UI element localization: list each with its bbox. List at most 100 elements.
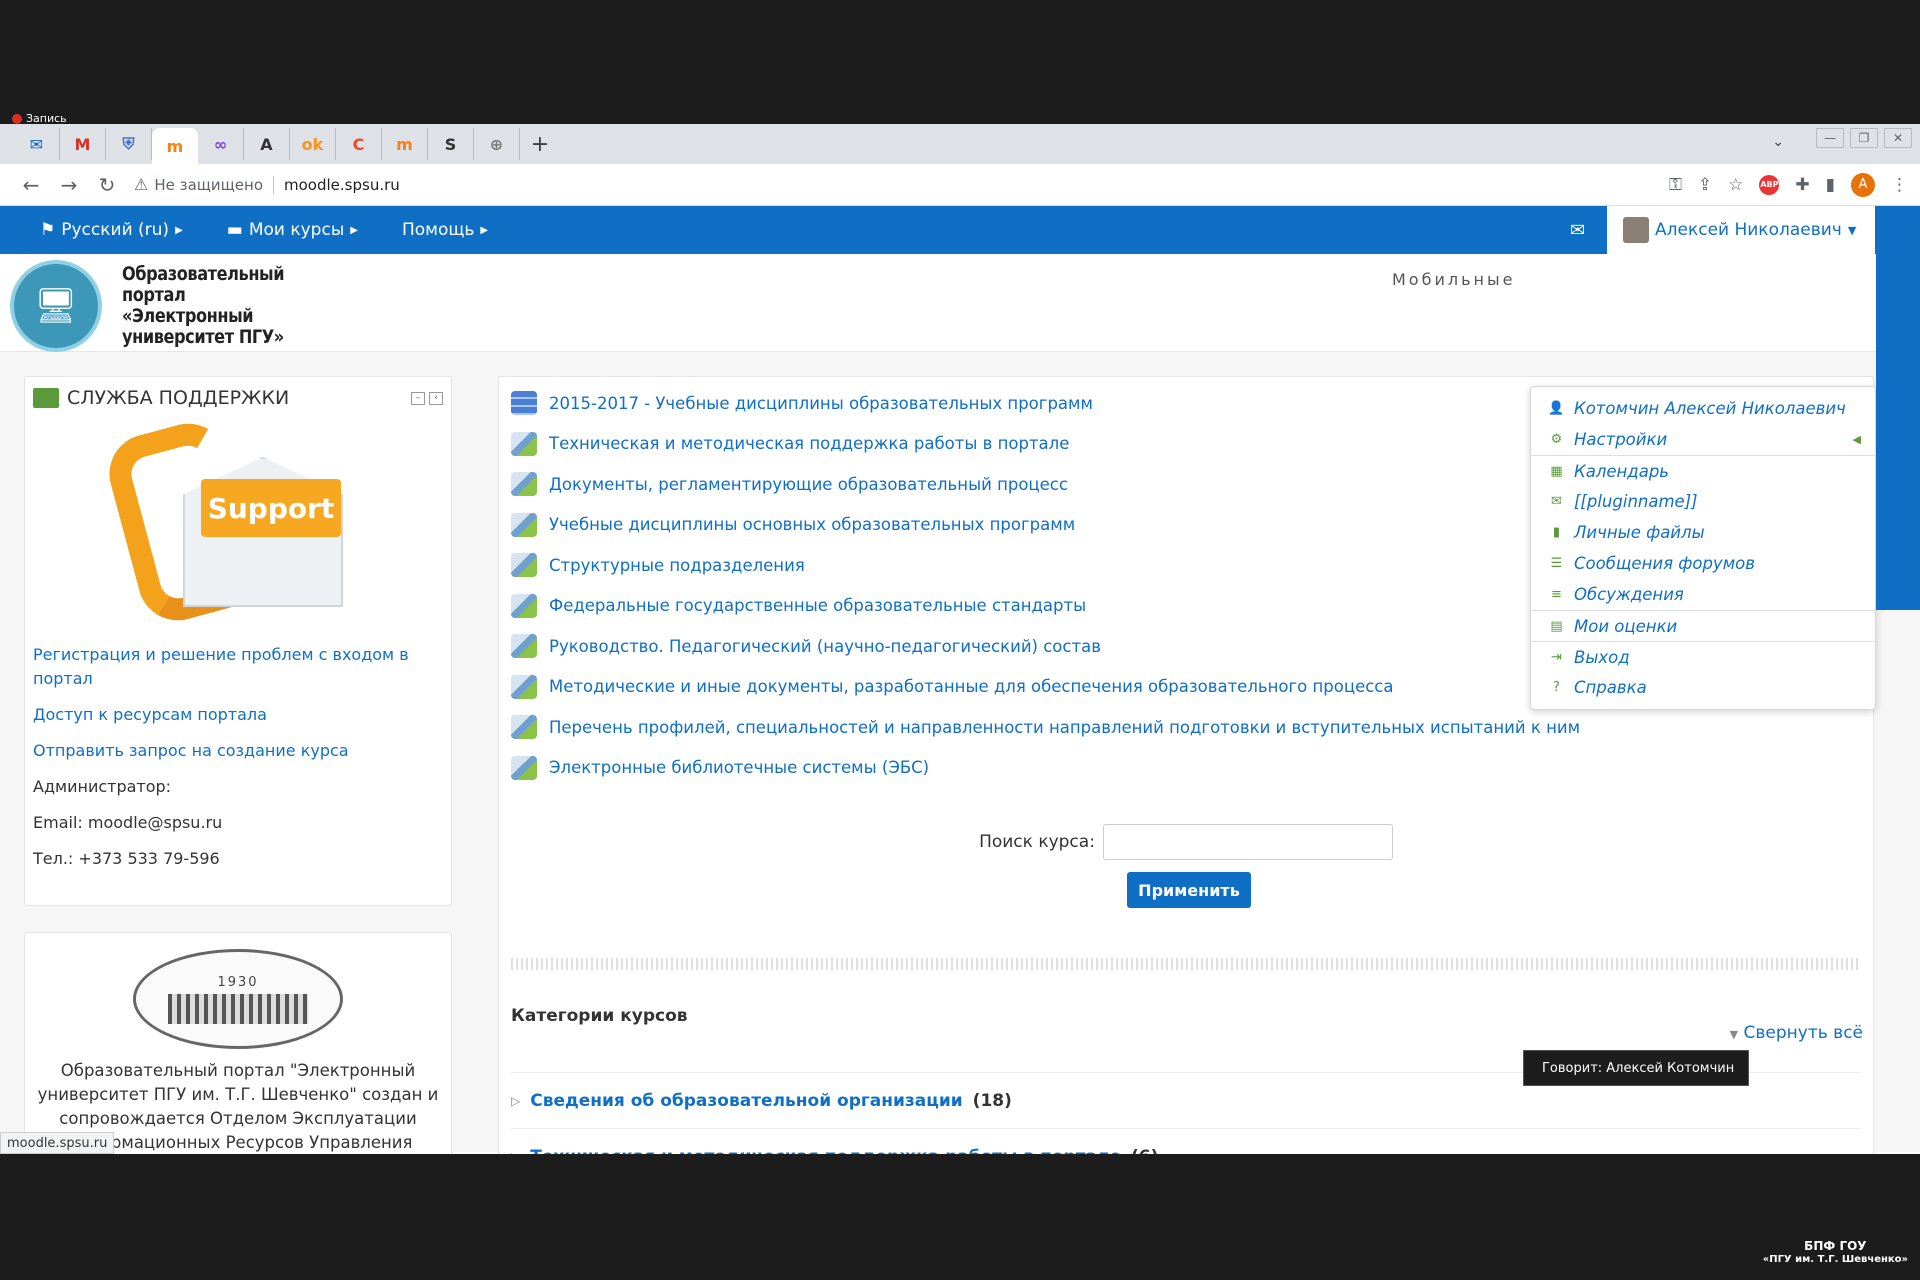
loop-icon: ∞ [213, 134, 228, 154]
fonts-icon: A [260, 134, 273, 154]
apply-button[interactable]: Применить [1127, 872, 1251, 908]
browser-tab[interactable]: ⛨ [106, 128, 152, 160]
user-menu-item[interactable]: ☰ Сообщения форумов [1531, 548, 1875, 579]
adblock-icon[interactable]: ABP [1759, 174, 1780, 195]
language-menu[interactable]: ⚑ Русский (ru) ▶ [40, 220, 183, 240]
page-edge [1876, 210, 1920, 610]
globe-icon: ⊕ [489, 134, 504, 154]
star-icon[interactable]: ☆ [1728, 175, 1743, 195]
course-link[interactable]: Методические и иные документы, разработа… [549, 677, 1394, 696]
browser-tab[interactable]: ✉ [14, 128, 60, 160]
block-title: СЛУЖБА ПОДДЕРЖКИ [67, 387, 290, 409]
gmail-icon: M [74, 134, 91, 154]
support-image: Support [100, 414, 353, 630]
course-link[interactable]: Перечень профилей, специальностей и напр… [549, 718, 1580, 737]
help-menu[interactable]: Помощь ▶ [402, 220, 488, 240]
course-icon [511, 593, 537, 618]
extensions-icon[interactable]: ✚ [1795, 175, 1809, 195]
triangle-down-icon: ▼ [1729, 1028, 1739, 1041]
admin-email: Email: moodle@spsu.ru [33, 813, 223, 832]
address-bar[interactable]: ⚠ Не защищено moodle.spsu.ru [134, 169, 1669, 201]
corner-brand: БПФ ГОУ «ПГУ им. Т.Г. Шевченко» [1763, 1240, 1908, 1266]
search-input[interactable] [1102, 824, 1393, 860]
reload-icon[interactable]: ↻ [88, 173, 126, 197]
category-name[interactable]: Техническая и методическая поддержка раб… [530, 1147, 1121, 1155]
profile-avatar[interactable]: A [1851, 172, 1875, 197]
brand-line: БПФ ГОУ [1804, 1239, 1867, 1253]
user-menu-item[interactable]: ▮ Личные файлы [1531, 517, 1875, 548]
browser-tab[interactable]: ∞ [198, 128, 244, 160]
course-link[interactable]: Документы, регламентирующие образователь… [549, 475, 1068, 494]
category-row[interactable]: ▷ Техническая и методическая поддержка ра… [511, 1128, 1861, 1154]
category-count: (18) [972, 1090, 1012, 1111]
course-link[interactable]: Структурные подразделения [549, 556, 805, 575]
category-name[interactable]: Сведения об образовательной организации [530, 1091, 962, 1111]
messages-icon[interactable]: ✉ [1570, 220, 1585, 241]
close-icon[interactable]: ✕ [1884, 128, 1912, 148]
dock-block-icon[interactable]: ‹ [429, 391, 443, 405]
side-panel-icon[interactable]: ▮ [1826, 175, 1835, 195]
collapse-block-icon[interactable]: – [411, 391, 425, 405]
moodle-icon: m [166, 136, 184, 156]
outlook-icon: ✉ [29, 134, 44, 154]
logo-text[interactable]: Образовательный портал «Электронный унив… [122, 263, 285, 348]
insecure-label[interactable]: Не защищено [154, 176, 263, 194]
logout-icon: ⇥ [1551, 649, 1562, 665]
my-courses-menu[interactable]: ▬ Мои курсы ▶ [227, 220, 358, 240]
triangle-right-icon[interactable]: ▷ [511, 1150, 520, 1155]
collapse-all-link[interactable]: ▼ Свернуть всё [1730, 1023, 1863, 1043]
support-link-registration[interactable]: Регистрация и решение проблем с входом в… [33, 643, 443, 691]
mobile-apps-label[interactable]: Мобильные [1392, 270, 1515, 289]
browser-tab[interactable]: ok [290, 128, 336, 160]
minimize-icon[interactable]: — [1816, 128, 1844, 148]
support-link-access[interactable]: Доступ к ресурсам портала [33, 703, 443, 727]
user-menu-toggle[interactable]: Алексей Николаевич ▼ [1607, 206, 1875, 254]
course-link[interactable]: Федеральные государственные образователь… [549, 596, 1086, 615]
course-item[interactable]: Электронные библиотечные системы (ЭБС) [511, 748, 1861, 789]
warning-icon[interactable]: ⚠ [134, 175, 148, 194]
browser-tab[interactable]: m [382, 128, 428, 160]
course-icon [511, 553, 537, 578]
course-link[interactable]: Учебные дисциплины основных образователь… [549, 515, 1075, 534]
browser-window: ✉ M ⛨ m ∞ Aok Cm S ⊕ + ⌄ — ❐ ✕ ← → ↻ ⚠ Не защище… [0, 124, 1920, 1154]
browser-tab[interactable]: S [428, 128, 474, 160]
restore-icon[interactable]: ❐ [1850, 128, 1878, 148]
user-menu-label: Календарь [1574, 461, 1670, 481]
course-link[interactable]: Руководство. Педагогический (научно-педа… [549, 637, 1101, 656]
user-menu-item[interactable]: 👤 Котомчин Алексей Николаевич [1531, 393, 1875, 424]
browser-tab[interactable]: C [336, 128, 382, 160]
admin-phone: Тел.: +373 533 79-596 [33, 849, 220, 868]
block-list-icon [33, 388, 59, 408]
user-menu-item[interactable]: ≡ Обсуждения [1531, 579, 1875, 610]
share-icon[interactable]: ⇪ [1698, 175, 1712, 195]
browser-tab[interactable]: M [60, 128, 106, 160]
user-menu-item[interactable]: ▦ Календарь [1531, 455, 1875, 486]
support-link-course-request[interactable]: Отправить запрос на создание курса [33, 739, 443, 763]
user-menu-item[interactable]: ⚙ Настройки ◀ [1531, 424, 1875, 455]
user-menu-item[interactable]: ▤ Мои оценки [1531, 610, 1875, 641]
back-icon[interactable]: ← [12, 173, 50, 197]
user-menu-item[interactable]: ? Справка [1531, 672, 1875, 703]
moodle-navbar: ⚑ Русский (ru) ▶ ▬ Мои курсы ▶ Помощь ▶ … [0, 206, 1920, 254]
course-link[interactable]: Электронные библиотечные системы (ЭБС) [549, 758, 929, 777]
user-menu-item[interactable]: ⇥ Выход [1531, 641, 1875, 672]
tab-search-icon[interactable]: ⌄ [1772, 134, 1784, 150]
tab-strip: ✉ M ⛨ m ∞ Aok Cm S ⊕ + ⌄ — ❐ ✕ [0, 124, 1920, 164]
support-links: Регистрация и решение проблем с входом в… [25, 627, 451, 871]
course-item[interactable]: Перечень профилей, специальностей и напр… [511, 707, 1861, 748]
browser-tab[interactable]: A [244, 128, 290, 160]
course-link[interactable]: 2015-2017 - Учебные дисциплины образоват… [549, 394, 1093, 413]
new-tab-button[interactable]: + [520, 128, 560, 160]
triangle-right-icon[interactable]: ▷ [511, 1094, 520, 1108]
browser-tab[interactable]: ⊕ [474, 128, 520, 160]
logo-line: Образовательный [122, 263, 285, 285]
course-link[interactable]: Техническая и методическая поддержка раб… [549, 434, 1069, 453]
forward-icon[interactable]: → [50, 173, 88, 197]
logo-icon[interactable]: 🖥 [10, 260, 102, 352]
categories-title: Категории курсов [511, 1006, 688, 1026]
browser-tab[interactable]: m [152, 128, 198, 164]
menu-icon[interactable]: ⋮ [1891, 175, 1908, 195]
url-text[interactable]: moodle.spsu.ru [284, 176, 400, 194]
user-menu-item[interactable]: ✉ [[pluginname]] [1531, 486, 1875, 517]
key-icon[interactable]: ⚿ [1669, 175, 1682, 195]
